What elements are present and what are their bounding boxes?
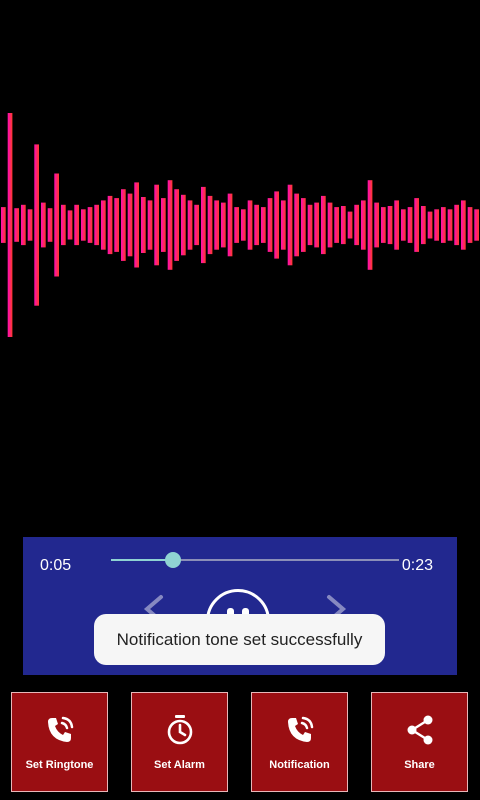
waveform-bar [367,180,373,270]
waveform-bar [161,198,166,252]
waveform-bar [341,206,346,245]
waveform-bar [227,193,233,257]
waveform-bar [141,197,146,253]
waveform-bar [54,173,59,277]
waveform-bar [14,208,19,242]
waveform-bar [301,198,306,252]
waveform-bar [234,207,239,243]
waveform-bar [347,211,353,239]
waveform-bar [261,207,266,243]
waveform-bar [454,204,459,246]
waveform-bar [87,207,93,243]
waveform-bar [187,200,193,250]
seek-bar-progress [111,559,174,561]
current-time: 0:05 [40,557,72,574]
waveform-bar [247,200,253,250]
waveform-bar [414,198,419,252]
waveform-bar [327,202,333,248]
set-alarm-button[interactable]: Set Alarm [131,692,228,792]
waveform-bar [214,200,219,250]
phone-ring-icon [47,716,73,742]
waveform-bar [194,204,199,246]
waveform-bar [121,189,126,261]
waveform-bar [61,204,66,246]
waveform-bar [274,191,279,259]
action-bar: Set Ringtone Set Alarm Notification Shar… [0,692,480,792]
waveform-bar [334,207,339,243]
waveform-bar [21,204,26,246]
toast-notification: Notification tone set successfully [94,614,385,665]
seek-bar[interactable] [111,552,399,568]
total-time: 0:23 [401,557,433,574]
waveform-bar [307,204,313,246]
set-alarm-label: Set Alarm [154,759,205,771]
waveform-bar [441,207,446,243]
waveform-bar [81,209,86,241]
share-button[interactable]: Share [371,692,468,792]
set-ringtone-button[interactable]: Set Ringtone [11,692,108,792]
waveform-bar [101,200,106,250]
waveform-bar [27,209,33,241]
waveform-bar [321,195,326,255]
waveform-bar [407,207,413,243]
waveform-bar [147,200,153,250]
waveform-bar [7,113,13,337]
waveform-bar [1,207,6,243]
waveform-bar [67,210,73,240]
waveform-bar [434,209,439,241]
waveform-bar [127,193,133,257]
set-ringtone-label: Set Ringtone [25,759,94,771]
waveform-bar [421,206,426,245]
audio-waveform [1,113,479,337]
share-label: Share [404,759,435,771]
timer-icon [167,715,192,745]
waveform-bar [74,204,79,246]
waveform-bar [94,204,99,246]
waveform-bar [294,193,299,257]
waveform-bar [467,207,473,243]
notification-button[interactable]: Notification [251,692,348,792]
share-icon [407,715,432,745]
waveform-bar [474,209,479,241]
waveform-bar [354,204,359,246]
waveform-bar [387,206,393,245]
waveform-bar [221,202,226,248]
waveform-bar [394,200,399,250]
waveform-bar [47,208,53,242]
waveform-bar [241,209,246,241]
waveform-bar [181,194,186,256]
waveform-bar [374,202,379,248]
waveform-bar [34,144,39,306]
waveform-bar [381,207,386,243]
waveform-bar [267,198,273,252]
waveform-bar [281,200,286,250]
waveform-bar [287,184,293,266]
waveform-bar [314,202,319,248]
waveform-bar [114,198,119,252]
waveform-bar [174,189,179,261]
waveform-bar [427,211,433,239]
waveform-bar [201,186,206,264]
notification-label: Notification [269,759,330,771]
phone-ring-icon [287,716,313,742]
waveform-bar [207,195,213,255]
waveform-bar [461,200,466,250]
waveform-bar [361,200,366,250]
waveform-bar [254,204,259,246]
waveform-bar [154,184,159,266]
waveform-bar [401,209,406,241]
toast-message: Notification tone set successfully [116,629,363,649]
waveform-bar [134,182,139,268]
waveform-bar [41,202,46,248]
waveform-bar [107,195,113,255]
waveform-bar [167,180,173,270]
seek-thumb[interactable] [165,552,182,568]
waveform-bar [447,209,453,241]
